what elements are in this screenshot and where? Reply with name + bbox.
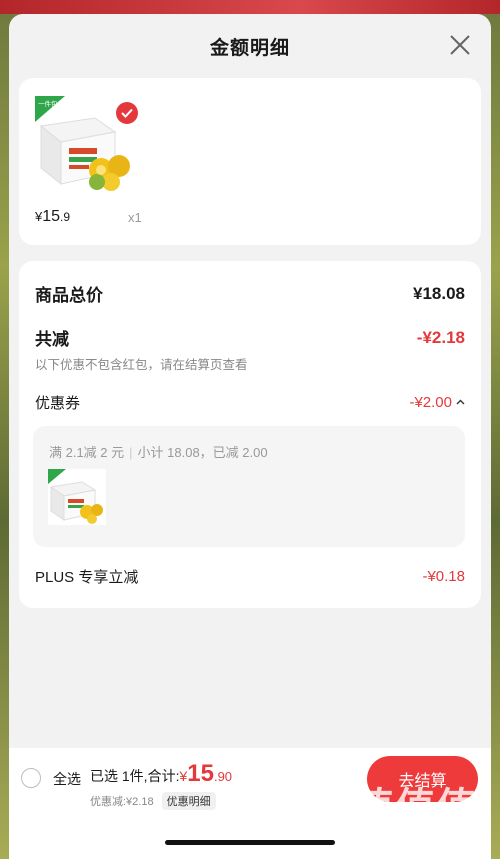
reduction-value: -¥2.18 [416, 327, 465, 347]
coupon-value: -¥2.00 [409, 393, 452, 411]
coupon-value-group[interactable]: -¥2.00 [409, 394, 465, 412]
discount-line: 优惠减:¥2.18 优惠明细 [90, 792, 216, 810]
order-summary: 已选 1件,合计:¥15.90 [90, 760, 232, 788]
coupon-rule: 满 2.1减 2 元 [49, 445, 125, 460]
plus-discount-row: PLUS 专享立减 -¥0.18 [35, 566, 465, 587]
coupon-product-thumbnail [48, 469, 106, 525]
close-icon[interactable] [449, 34, 471, 56]
total-amount-int: 15 [187, 760, 214, 787]
reduction-note: 以下优惠不包含红包，请在结算页查看 [35, 358, 248, 372]
coupon-row[interactable]: 优惠券 -¥2.00 [35, 392, 465, 413]
sheet-title: 金额明细 [209, 37, 290, 59]
total-price-value: ¥18.08 [413, 283, 465, 303]
product-card: 一件包邮 ¥15.9 x1 [19, 78, 481, 245]
select-all-label[interactable]: 全选 [53, 769, 81, 789]
background-banner [0, 0, 500, 14]
total-price-row: 商品总价 ¥18.08 [35, 281, 465, 306]
amount-detail-sheet: 金额明细 一件包邮 ¥15.9 x1 商品总价 ¥18.08 共减 -¥2.18… [9, 14, 491, 859]
chevron-up-icon[interactable] [456, 396, 465, 408]
discount-detail-link[interactable]: 优惠明细 [161, 792, 216, 810]
price-details-card: 商品总价 ¥18.08 共减 -¥2.18 以下优惠不包含红包，请在结算页查看 … [19, 261, 481, 608]
divider: | [129, 445, 133, 460]
total-amount-dec: .90 [213, 769, 233, 784]
plus-discount-value: -¥0.18 [422, 568, 465, 585]
coupon-subtotal: 小计 18.08，已减 2.00 [137, 445, 268, 460]
checkmark-icon[interactable] [116, 102, 138, 124]
plus-discount-label: PLUS 专享立减 [35, 569, 139, 586]
watermark-url: zhizhizhi.com [363, 830, 468, 847]
select-all-radio[interactable] [21, 768, 41, 788]
discount-amount: 优惠减:¥2.18 [90, 796, 154, 808]
selected-count: 已选 1件,合计: [90, 768, 180, 784]
watermark-logo: 值值值 [354, 786, 477, 830]
checkout-bar: 全选 已选 1件,合计:¥15.90 优惠减:¥2.18 优惠明细 去结算 值值… [9, 748, 491, 859]
coupon-rule-line: 满 2.1减 2 元 | 小计 18.08，已减 2.00 [49, 442, 268, 461]
total-price-label: 商品总价 [35, 286, 103, 305]
coupon-detail-box: 满 2.1减 2 元 | 小计 18.08，已减 2.00 [33, 426, 465, 547]
watermark: 值值值 zhizhizhi.com [354, 786, 477, 847]
home-indicator [165, 840, 335, 845]
reduction-label: 共减 [35, 330, 69, 349]
product-price: ¥15.9 [35, 208, 71, 225]
product-quantity: x1 [128, 210, 142, 225]
coupon-label: 优惠券 [35, 395, 81, 412]
free-shipping-badge: 一件包邮 [38, 99, 65, 108]
sheet-header: 金额明细 [9, 14, 491, 78]
reduction-row: 共减 -¥2.18 [35, 325, 465, 350]
